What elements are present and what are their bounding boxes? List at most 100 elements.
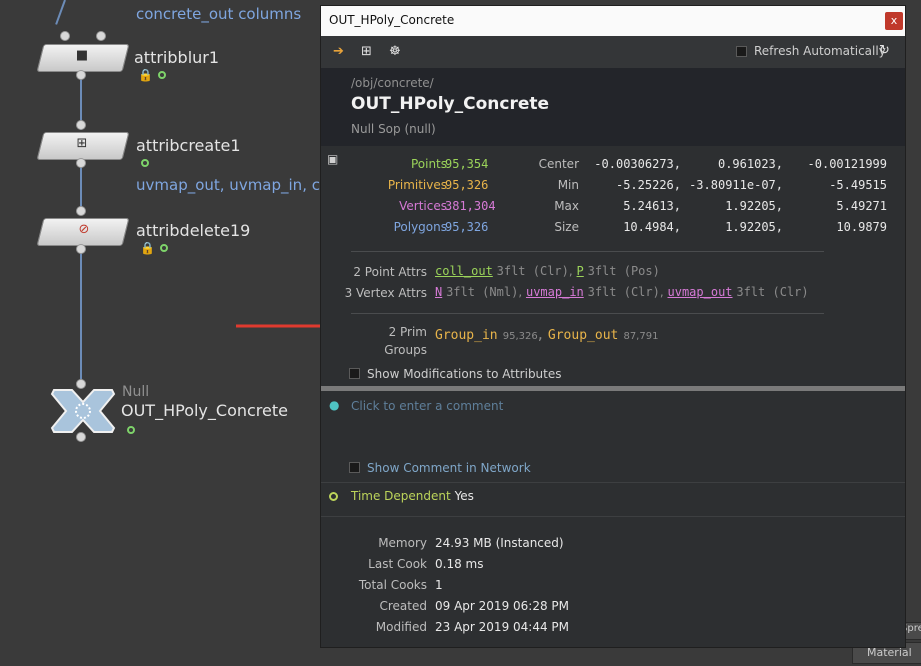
group-in[interactable]: Group_in (435, 328, 498, 343)
node-label[interactable]: attribdelete19 (136, 221, 250, 240)
center-label: Center (538, 157, 579, 171)
min-y: -3.80911e-07, (689, 178, 783, 192)
show-mods-checkbox[interactable] (349, 368, 360, 379)
attr-desc: 3flt (Clr) (736, 285, 809, 299)
show-comment-label: Show Comment in Network (367, 461, 531, 475)
node-path: /obj/concrete/ (351, 76, 434, 90)
min-z: -5.49515 (829, 178, 887, 192)
display-flag-icon[interactable] (141, 159, 149, 167)
attr-p[interactable]: P (577, 264, 584, 278)
node-label[interactable]: attribcreate1 (136, 136, 241, 155)
min-x: -5.25226, (615, 178, 681, 192)
min-label: Min (557, 178, 579, 192)
total-cooks-value: 1 (435, 578, 443, 592)
created-label: Created (379, 599, 428, 613)
last-cook-label: Last Cook (368, 557, 427, 571)
display-flag-icon[interactable] (127, 426, 135, 434)
network-note-top[interactable]: concrete_out columns (136, 5, 301, 23)
null-node-shape[interactable] (48, 386, 118, 436)
point-attrs-list: coll_out 3flt (Clr), P 3flt (Pos) (435, 264, 660, 278)
node-label[interactable]: attribblur1 (134, 48, 219, 67)
vertex-attrs-label: 3 Vertex Attrs (344, 286, 427, 300)
point-attrs-label: 2 Point Attrs (353, 265, 427, 279)
attr-desc: 3flt (Nml) (446, 285, 519, 299)
lock-icon[interactable]: 🔒 (140, 241, 155, 255)
polygons-value: 95,326 (445, 220, 489, 234)
input-port[interactable] (96, 31, 106, 41)
max-z: 5.49271 (836, 199, 887, 213)
node-name: OUT_HPoly_Concrete (351, 94, 550, 114)
lock-icon[interactable]: 🔒 (138, 68, 153, 82)
comment-field[interactable]: Click to enter a comment (351, 399, 881, 439)
output-port[interactable] (76, 70, 86, 80)
display-flag-icon[interactable] (158, 71, 166, 79)
wire (55, 0, 66, 25)
node-label[interactable]: OUT_HPoly_Concrete (121, 401, 288, 420)
delete-icon: ⊘ (78, 222, 90, 237)
bug-icon[interactable]: ☸ (389, 44, 401, 59)
group-out[interactable]: Group_out (548, 328, 618, 343)
divider (321, 516, 905, 517)
polygons-label: Polygons (393, 220, 447, 234)
size-z: 10.9879 (836, 220, 887, 234)
network-note-mid[interactable]: uvmap_out, uvmap_in, co (136, 176, 329, 194)
modified-label: Modified (375, 620, 427, 634)
panel-title: OUT_HPoly_Concrete (329, 13, 455, 27)
attr-desc: 3flt (Clr) (587, 285, 660, 299)
time-dependent-label: Time Dependent (351, 489, 451, 503)
center-z: -0.00121999 (807, 157, 887, 171)
memory-value: 24.93 MB (Instanced) (435, 536, 564, 550)
tab-label: Material St (867, 646, 912, 659)
panel-toolbar: ➔ ⊞ ☸ Refresh Automatically ↻ (321, 36, 905, 68)
display-flag-icon[interactable] (160, 244, 168, 252)
comment-icon: ● (329, 398, 340, 412)
group-count: 87,791 (623, 331, 659, 342)
network-view[interactable]: concrete_out columns uvmap_out, uvmap_in… (0, 0, 386, 666)
time-dependent: Time Dependent Yes (351, 489, 474, 503)
node-header: /obj/concrete/ OUT_HPoly_Concrete Null S… (321, 68, 905, 146)
modified-value: 23 Apr 2019 04:44 PM (435, 620, 569, 634)
prim-groups-list: Group_in 95,326, Group_out 87,791 (435, 324, 659, 343)
panel-titlebar[interactable]: OUT_HPoly_Concrete x (321, 6, 905, 36)
node-type: Null Sop (null) (351, 122, 436, 136)
plus-icon: ⊞ (76, 136, 88, 151)
input-port[interactable] (76, 120, 86, 130)
attr-uvmap-out[interactable]: uvmap_out (668, 285, 733, 299)
node-type-label: Null (122, 384, 150, 400)
max-label: Max (554, 199, 579, 213)
pin-icon[interactable]: ➔ (333, 44, 344, 59)
max-x: 5.24613, (623, 199, 681, 213)
input-port[interactable] (76, 206, 86, 216)
primitives-value: 95,326 (445, 178, 489, 192)
output-port[interactable] (76, 244, 86, 254)
max-y: 1.92205, (725, 199, 783, 213)
refresh-auto-checkbox[interactable] (736, 46, 747, 57)
attr-n[interactable]: N (435, 285, 442, 299)
divider (351, 251, 824, 252)
points-label: Points (410, 157, 447, 171)
refresh-icon[interactable]: ↻ (879, 43, 890, 58)
section-separator (321, 386, 905, 391)
input-port[interactable] (60, 31, 70, 41)
show-mods-label: Show Modifications to Attributes (367, 367, 562, 381)
last-cook-value: 0.18 ms (435, 557, 484, 571)
refresh-auto-label: Refresh Automatically (754, 44, 886, 58)
size-label: Size (554, 220, 579, 234)
group-count: 95,326 (502, 331, 538, 342)
attr-uvmap-in[interactable]: uvmap_in (526, 285, 584, 299)
center-y: 0.961023, (717, 157, 783, 171)
close-button[interactable]: x (885, 12, 903, 30)
divider (351, 313, 824, 314)
show-comment-checkbox[interactable] (349, 462, 360, 473)
attr-desc: 3flt (Clr) (496, 264, 569, 278)
attr-coll-out[interactable]: coll_out (435, 264, 493, 278)
time-dependent-value: Yes (454, 489, 474, 503)
divider (321, 482, 905, 483)
wire (80, 244, 82, 384)
output-port[interactable] (76, 158, 86, 168)
expand-icon[interactable]: ⊞ (361, 44, 372, 59)
total-cooks-label: Total Cooks (358, 578, 427, 592)
prim-groups-label-1: 2 Prim (388, 325, 427, 339)
primitives-label: Primitives (387, 178, 447, 192)
output-port[interactable] (76, 432, 86, 442)
